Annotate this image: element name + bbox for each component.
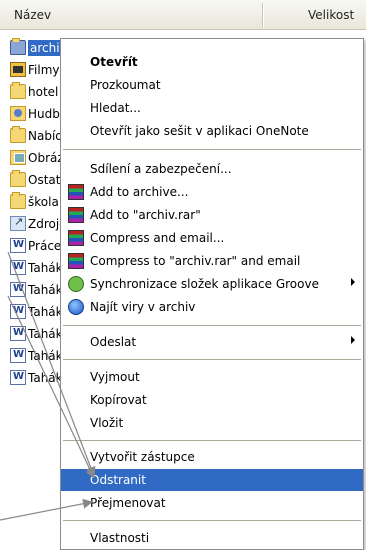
menu-item-label: Synchronizace složek aplikace Groove [90,277,319,291]
menu-item-paste[interactable]: Vložit [61,412,363,434]
submenu-arrow-icon [351,278,355,286]
file-name: škola [28,195,59,209]
menu-item-open[interactable]: Otevřít [61,51,363,73]
menu-item-groove-sync[interactable]: Synchronizace složek aplikace Groove [61,273,363,295]
file-name: Tahák [28,327,63,341]
file-name: Tahák [28,261,63,275]
folder-icon [10,38,26,55]
antivirus-icon [68,299,84,315]
file-name: Tahák [28,305,63,319]
file-name: Tahák [28,349,63,363]
word-doc-icon [10,282,26,297]
winrar-icon [68,253,84,269]
file-name: hotel [28,85,59,99]
word-doc-icon [10,326,26,341]
menu-item-label: Prozkoumat [90,78,161,92]
folder-icon [10,82,26,99]
groove-icon [68,276,84,292]
menu-item-label: Compress and email... [90,231,225,245]
menu-separator [63,440,361,441]
column-header-size[interactable]: Velikost [308,8,354,22]
menu-item-delete[interactable]: Odstranit [61,469,363,491]
menu-item-label: Najít viry v archiv [90,300,196,314]
menu-separator [63,520,361,521]
word-doc-icon [10,304,26,319]
menu-separator [63,359,361,360]
file-name: Filmy [28,63,60,77]
menu-item-label: Vlastnosti [90,531,150,545]
menu-item-label: Odeslat [90,335,137,349]
column-divider[interactable] [262,3,264,27]
menu-item-open-onenote[interactable]: Otevřít jako sešit v aplikaci OneNote [61,120,363,142]
menu-item-rename[interactable]: Přejmenovat [61,492,363,514]
winrar-icon [68,230,84,246]
menu-item-label: Sdílení a zabezpečení... [90,162,232,176]
folder-icon [10,170,26,187]
menu-separator [63,149,361,150]
menu-item-send-to[interactable]: Odeslat [61,331,363,353]
context-menu: Otevřít Prozkoumat Hledat... Otevřít jak… [60,38,364,550]
menu-separator [63,325,361,326]
menu-item-properties[interactable]: Vlastnosti [61,527,363,549]
file-name: Tahák [28,371,63,385]
menu-item-label: Odstranit [90,473,146,487]
winrar-icon [68,207,84,223]
menu-item-compress-email[interactable]: Compress and email... [61,227,363,249]
folder-icon [10,192,26,209]
file-name: Práce [28,239,62,253]
menu-item-create-shortcut[interactable]: Vytvořit zástupce [61,446,363,468]
menu-item-add-to-archive[interactable]: Add to archive... [61,181,363,203]
video-folder-icon [10,62,26,77]
pictures-folder-icon [10,150,26,165]
column-header-name[interactable]: Název [14,8,51,22]
winrar-icon [68,184,84,200]
shortcut-icon [10,215,26,231]
word-doc-icon [10,260,26,275]
submenu-arrow-icon [351,336,355,344]
menu-item-label: Hledat... [90,101,141,115]
music-folder-icon [10,106,26,121]
menu-item-explore[interactable]: Prozkoumat [61,74,363,96]
menu-item-copy[interactable]: Kopírovat [61,389,363,411]
menu-item-label: Add to "archiv.rar" [90,208,201,222]
menu-item-label: Vytvořit zástupce [90,450,195,464]
folder-icon [10,126,26,143]
word-doc-icon [10,238,26,253]
menu-item-label: Otevřít jako sešit v aplikaci OneNote [90,124,309,138]
menu-item-label: Vložit [90,416,124,430]
menu-item-cut[interactable]: Vyjmout [61,366,363,388]
menu-item-label: Add to archive... [90,185,189,199]
column-header: Název Velikost [0,0,366,30]
menu-item-label: Otevřít [90,55,138,69]
word-doc-icon [10,348,26,363]
menu-item-label: Compress to "archiv.rar" and email [90,254,301,268]
word-doc-icon [10,370,26,385]
menu-item-sharing-security[interactable]: Sdílení a zabezpečení... [61,158,363,180]
menu-item-add-to-archiv-rar[interactable]: Add to "archiv.rar" [61,204,363,226]
menu-item-search[interactable]: Hledat... [61,97,363,119]
menu-item-compress-to-rar-email[interactable]: Compress to "archiv.rar" and email [61,250,363,272]
menu-item-label: Vyjmout [90,370,140,384]
file-name: Tahák [28,283,63,297]
menu-item-label: Přejmenovat [90,496,166,510]
menu-item-label: Kopírovat [90,393,147,407]
menu-item-virus-scan[interactable]: Najít viry v archiv [61,296,363,318]
